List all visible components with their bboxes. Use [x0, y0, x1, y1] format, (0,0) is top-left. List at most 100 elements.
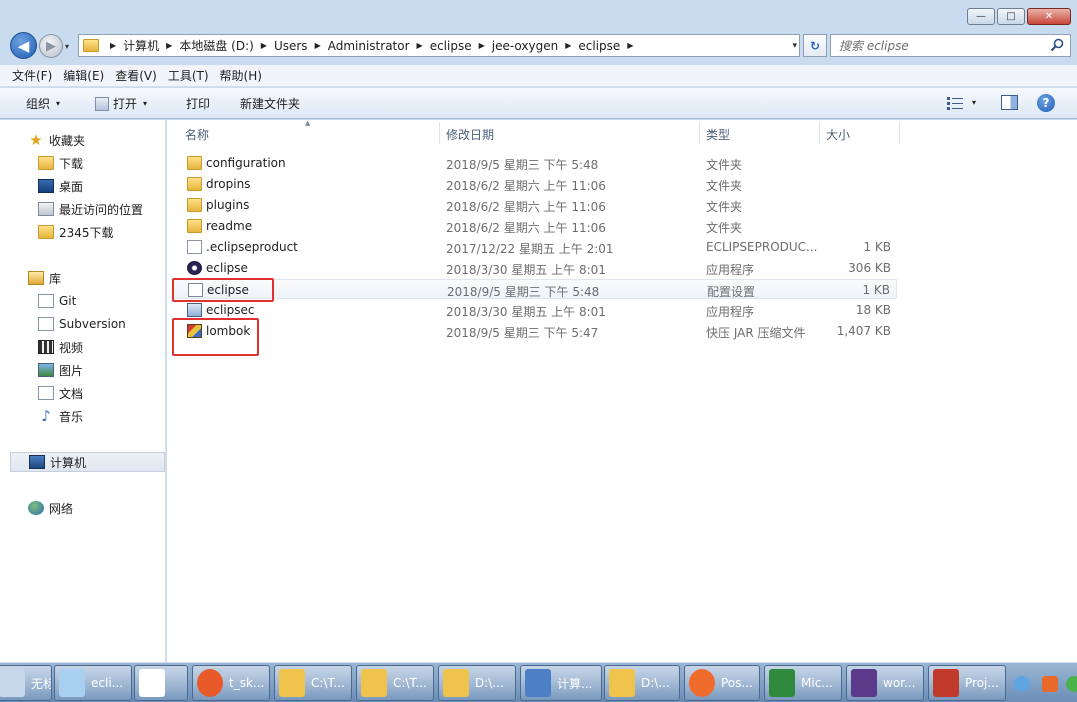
file-row[interactable]: eclipse 2018/9/5 星期三 下午 5:48 配置设置 1 KB: [173, 279, 897, 299]
breadcrumb-separator[interactable]: ▶: [315, 41, 321, 50]
nav-item-label: 2345下载: [59, 225, 114, 240]
taskbar-item-folder[interactable]: D:\...: [604, 665, 680, 701]
nav-item-desktop[interactable]: 桌面: [38, 176, 83, 196]
breadcrumb-separator[interactable]: ▶: [479, 41, 485, 50]
menu-view[interactable]: 查看(V): [115, 67, 157, 84]
open-button[interactable]: 打开 ▾: [95, 95, 147, 112]
view-options-icon[interactable]: [947, 96, 963, 110]
nav-item-git[interactable]: Git: [38, 291, 76, 311]
nav-item-videos[interactable]: 视频: [38, 337, 83, 357]
taskbar-item-project[interactable]: Proj...: [928, 665, 1006, 701]
back-button[interactable]: ◀: [10, 32, 37, 59]
taskbar-item-excel[interactable]: Mic...: [764, 665, 842, 701]
search-input[interactable]: 搜索 eclipse: [830, 34, 1071, 57]
nav-item-pictures[interactable]: 图片: [38, 360, 83, 380]
taskbar-label: Pos...: [721, 676, 753, 690]
new-folder-button[interactable]: 新建文件夹: [240, 95, 300, 112]
breadcrumb-separator[interactable]: ▶: [166, 41, 172, 50]
file-name: eclipse: [206, 261, 248, 275]
taskbar-item-folder[interactable]: C:\T...: [356, 665, 434, 701]
preview-pane-icon[interactable]: [1001, 95, 1018, 110]
wechat-icon[interactable]: [1066, 676, 1077, 692]
taskbar-item-paint[interactable]: 无标...: [0, 665, 52, 701]
column-name-header[interactable]: 名称: [185, 126, 209, 143]
nav-libraries[interactable]: 库: [28, 268, 61, 288]
breadcrumb-separator[interactable]: ▶: [110, 41, 116, 50]
new-folder-label: 新建文件夹: [240, 97, 301, 111]
breadcrumb-administrator[interactable]: Administrator: [328, 39, 410, 53]
column-size-header[interactable]: 大小: [826, 126, 850, 143]
menu-tools[interactable]: 工具(T): [168, 67, 209, 84]
file-row[interactable]: configuration 2018/9/5 星期三 下午 5:48 文件夹: [173, 153, 897, 173]
breadcrumb-separator[interactable]: ▶: [627, 41, 633, 50]
file-row[interactable]: .eclipseproduct 2017/12/22 星期五 上午 2:01 E…: [173, 237, 897, 257]
menu-edit[interactable]: 编辑(E): [63, 67, 104, 84]
column-divider[interactable]: [819, 122, 820, 144]
nav-item-downloads[interactable]: 下载: [38, 153, 83, 173]
taskbar-item-eclipse-ee[interactable]: wor...: [846, 665, 924, 701]
taskbar-item-folder[interactable]: C:\T...: [274, 665, 352, 701]
taskbar-item-computer[interactable]: 计算...: [520, 665, 602, 701]
nav-computer[interactable]: 计算机: [10, 452, 165, 472]
taskbar-item-notepad[interactable]: ecli...: [54, 665, 132, 701]
file-row[interactable]: lombok 2018/9/5 星期三 下午 5:47 快压 JAR 压缩文件 …: [173, 321, 897, 341]
search-icon[interactable]: [1050, 38, 1064, 52]
breadcrumb-separator[interactable]: ▶: [565, 41, 571, 50]
organize-button[interactable]: 组织 ▾: [26, 95, 60, 112]
nav-item-subversion[interactable]: Subversion: [38, 314, 126, 334]
taskbar-item-document[interactable]: [134, 665, 188, 701]
file-row[interactable]: eclipsec 2018/3/30 星期五 上午 8:01 应用程序 18 K…: [173, 300, 897, 320]
nav-item-music[interactable]: ♪ 音乐: [38, 406, 83, 426]
file-date: 2018/6/2 星期六 上午 11:06: [446, 221, 606, 235]
maximize-button[interactable]: □: [997, 8, 1025, 25]
nav-item-recent-places[interactable]: 最近访问的位置: [38, 199, 143, 219]
folder-icon: [187, 177, 202, 191]
file-list-pane: ▲ 名称 修改日期 类型 大小 configuration 2018/9/5 星…: [167, 119, 1077, 662]
file-type: 配置设置: [707, 285, 756, 299]
close-icon: ✕: [1044, 10, 1054, 22]
nav-network[interactable]: 网络: [28, 498, 73, 518]
nav-item-documents[interactable]: 文档: [38, 383, 83, 403]
file-row[interactable]: eclipse 2018/3/30 星期五 上午 8:01 应用程序 306 K…: [173, 258, 897, 278]
nav-libraries-label: 库: [49, 271, 62, 286]
file-row[interactable]: plugins 2018/6/2 星期六 上午 11:06 文件夹: [173, 195, 897, 215]
column-divider[interactable]: [439, 122, 440, 144]
breadcrumb-drive-d[interactable]: 本地磁盘 (D:): [179, 37, 253, 54]
taskbar-item-folder[interactable]: D:\...: [438, 665, 516, 701]
network-status-icon[interactable]: [1014, 676, 1030, 692]
recent-pages-dropdown[interactable]: ▾: [65, 42, 69, 51]
address-dropdown-icon[interactable]: ▾: [792, 41, 797, 51]
taskbar-item-postman[interactable]: Pos...: [684, 665, 760, 701]
breadcrumb-users[interactable]: Users: [274, 39, 308, 53]
column-divider[interactable]: [699, 122, 700, 144]
refresh-button[interactable]: ↻: [803, 34, 827, 57]
notepad-icon: [59, 669, 85, 697]
tray-app-icon[interactable]: [1042, 676, 1058, 692]
breadcrumb-computer[interactable]: 计算机: [123, 37, 159, 54]
close-button[interactable]: ✕: [1027, 8, 1071, 25]
address-bar[interactable]: ▶ 计算机 ▶ 本地磁盘 (D:) ▶ Users ▶ Administrato…: [78, 34, 800, 57]
print-label: 打印: [186, 97, 211, 111]
view-dropdown-icon[interactable]: ▾: [972, 98, 976, 107]
print-button[interactable]: 打印: [186, 95, 210, 112]
breadcrumb-separator[interactable]: ▶: [261, 41, 267, 50]
minimize-button[interactable]: —: [967, 8, 995, 25]
file-type: 文件夹: [706, 158, 743, 172]
column-type-header[interactable]: 类型: [706, 126, 730, 143]
file-row[interactable]: readme 2018/6/2 星期六 上午 11:06 文件夹: [173, 216, 897, 236]
nav-favorites[interactable]: ★ 收藏夹: [28, 130, 85, 150]
taskbar-item-browser[interactable]: t_sk...: [192, 665, 270, 701]
breadcrumb-eclipse-current[interactable]: eclipse: [578, 39, 620, 53]
column-divider[interactable]: [899, 122, 900, 144]
menu-file[interactable]: 文件(F): [12, 67, 52, 84]
breadcrumb-separator[interactable]: ▶: [417, 41, 423, 50]
nav-item-2345-downloads[interactable]: 2345下载: [38, 222, 114, 242]
file-row[interactable]: dropins 2018/6/2 星期六 上午 11:06 文件夹: [173, 174, 897, 194]
help-icon[interactable]: ?: [1037, 94, 1055, 112]
forward-button[interactable]: ▶: [39, 34, 63, 58]
nav-item-label: 桌面: [59, 179, 84, 194]
column-date-header[interactable]: 修改日期: [446, 126, 494, 143]
breadcrumb-eclipse[interactable]: eclipse: [430, 39, 472, 53]
breadcrumb-jee-oxygen[interactable]: jee-oxygen: [492, 39, 558, 53]
menu-help[interactable]: 帮助(H): [220, 67, 262, 84]
